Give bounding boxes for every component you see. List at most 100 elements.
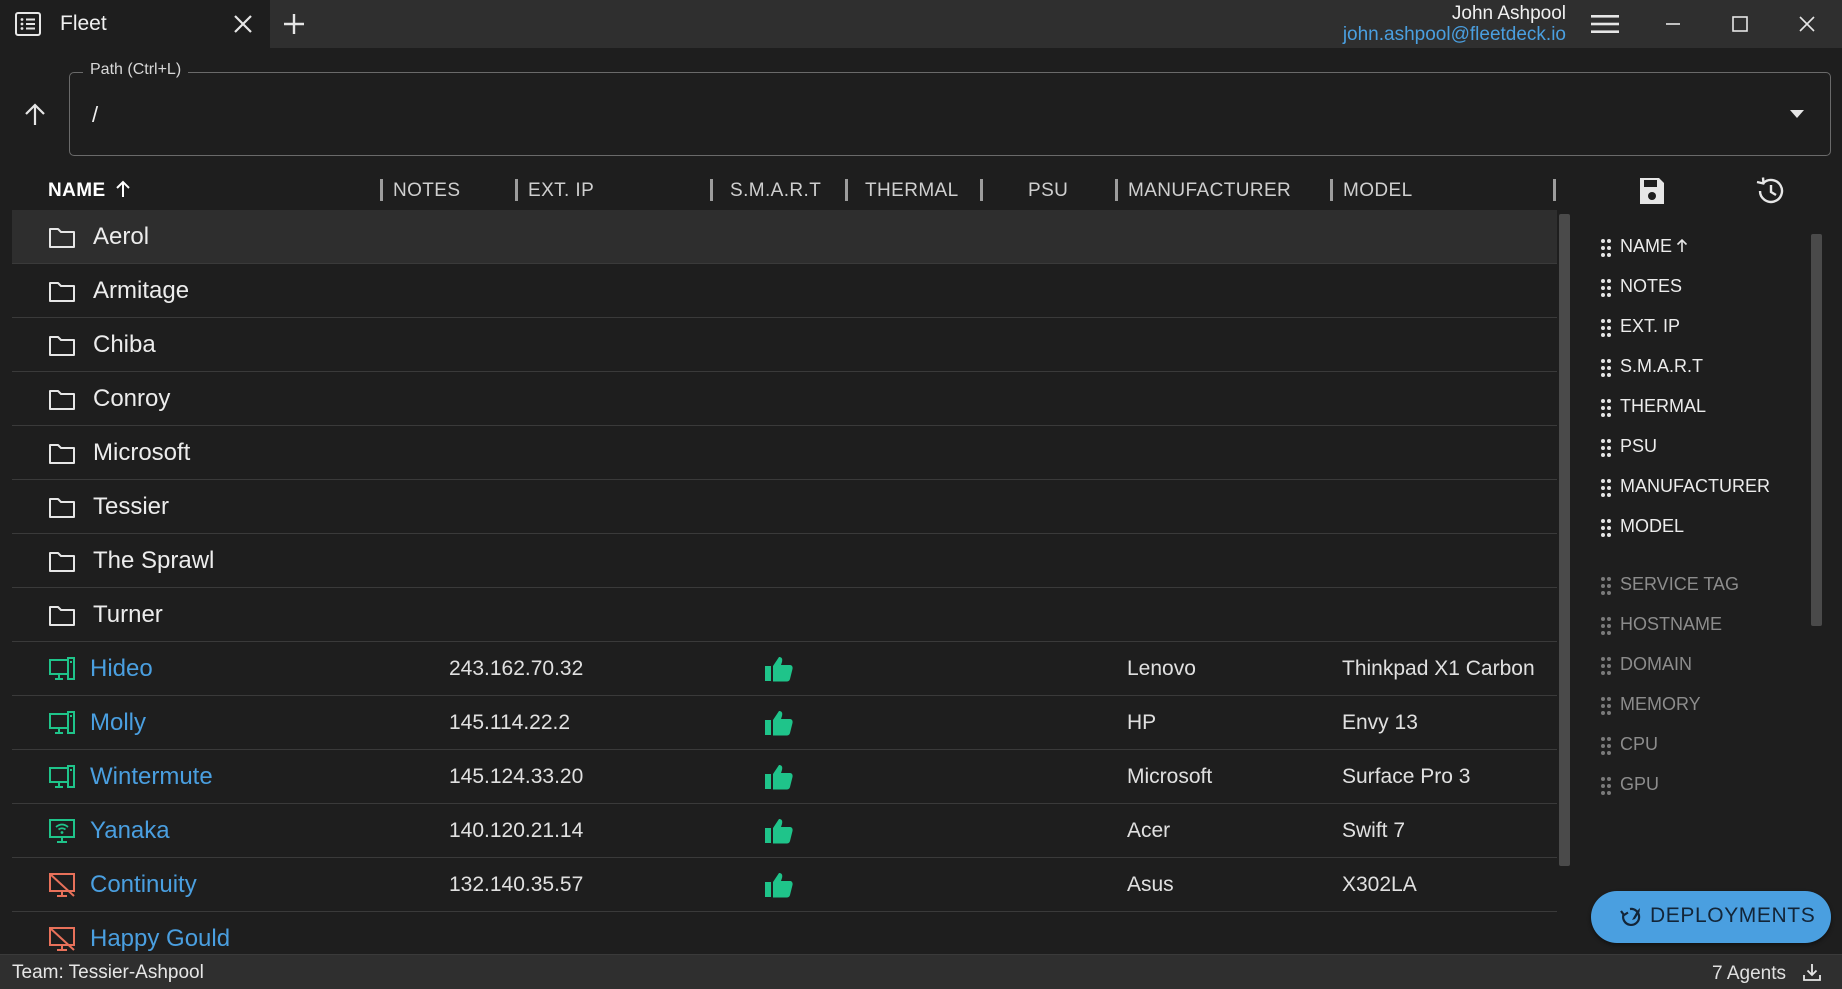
column-header-notes[interactable]: NOTES [393,177,460,205]
column-toggle-name[interactable]: NAME [1596,232,1796,262]
drag-handle-icon[interactable] [1600,696,1612,716]
column-resize-handle[interactable] [845,179,848,201]
download-icon[interactable] [1802,962,1822,982]
hamburger-menu-icon[interactable] [1590,12,1620,36]
column-resize-handle[interactable] [380,179,383,201]
column-header-psu[interactable]: PSU [1028,177,1068,205]
folder-icon [49,498,75,518]
computer-offline-icon [49,873,75,897]
drag-handle-icon[interactable] [1600,656,1612,676]
column-toggle-hostname[interactable]: HOSTNAME [1596,610,1796,640]
agent-name[interactable]: Happy Gould [90,925,230,953]
folder-row[interactable]: Chiba [12,318,1557,372]
folder-row[interactable]: Armitage [12,264,1557,318]
column-resize-handle[interactable] [515,179,518,201]
drag-handle-icon[interactable] [1600,616,1612,636]
agent-row[interactable]: Happy Gould [12,912,1557,954]
column-header-ext-ip[interactable]: EXT. IP [528,177,594,205]
agent-name[interactable]: Hideo [90,655,153,683]
column-header-thermal[interactable]: THERMAL [865,177,959,205]
computer-online-icon [49,657,75,680]
column-toggle-manufacturer[interactable]: MANUFACTURER [1596,472,1796,502]
agent-row[interactable]: Continuity 132.140.35.57 Asus X302LA [12,858,1557,912]
computer-online-icon [49,765,75,788]
save-icon[interactable] [1638,176,1666,206]
folder-row[interactable]: Tessier [12,480,1557,534]
column-toggle-domain[interactable]: DOMAIN [1596,650,1796,680]
history-icon[interactable] [1754,176,1786,206]
column-resize-handle[interactable] [1330,179,1333,201]
column-resize-handle[interactable] [980,179,983,201]
close-window-icon[interactable] [1797,14,1817,34]
drag-handle-icon[interactable] [1600,776,1612,796]
maximize-icon[interactable] [1730,14,1750,34]
thumbs-up-icon [765,711,793,736]
path-field[interactable] [69,72,1831,156]
agent-count: 7 Agents [1712,963,1786,984]
column-toggle-cpu[interactable]: CPU [1596,730,1796,760]
column-panel-scrollbar[interactable] [1811,234,1822,626]
path-input[interactable]: / [92,102,98,128]
new-tab-icon[interactable] [282,12,306,36]
column-toggle-memory[interactable]: MEMORY [1596,690,1796,720]
sort-ascending-icon [115,180,130,197]
column-resize-handle[interactable] [1553,179,1556,201]
drag-handle-icon[interactable] [1600,358,1612,378]
folder-icon [49,552,75,572]
user-account[interactable]: John Ashpool john.ashpool@fleetdeck.io [1343,4,1566,46]
drag-handle-icon[interactable] [1600,438,1612,458]
agent-name[interactable]: Molly [90,709,146,737]
agent-name[interactable]: Continuity [90,871,197,899]
tab-fleet[interactable]: Fleet [0,0,270,48]
folder-row[interactable]: Aerol [12,210,1557,264]
ext-ip-cell: 145.124.33.20 [449,765,584,788]
drag-handle-icon[interactable] [1600,398,1612,418]
folder-name: The Sprawl [93,547,215,574]
deployments-button[interactable]: DEPLOYMENTS [1591,891,1831,943]
column-toggle-ext-ip[interactable]: EXT. IP [1596,312,1796,342]
column-resize-handle[interactable] [1115,179,1118,201]
folder-row[interactable]: Conroy [12,372,1557,426]
manufacturer-cell: Asus [1127,873,1174,896]
arrow-up-icon[interactable] [22,102,48,128]
column-header-smart[interactable]: S.M.A.R.T [730,177,821,205]
drag-handle-icon[interactable] [1600,478,1612,498]
column-toggle-service-tag[interactable]: SERVICE TAG [1596,570,1796,600]
agent-row[interactable]: Hideo 243.162.70.32 Lenovo Thinkpad X1 C… [12,642,1557,696]
column-toggle-smart[interactable]: S.M.A.R.T [1596,352,1796,382]
column-header-manufacturer[interactable]: MANUFACTURER [1128,177,1291,205]
agent-row[interactable]: Molly 145.114.22.2 HP Envy 13 [12,696,1557,750]
ext-ip-cell: 243.162.70.32 [449,657,584,680]
folder-name: Tessier [93,493,170,520]
table-scrollbar-thumb[interactable] [1559,214,1570,866]
drag-handle-icon[interactable] [1600,576,1612,596]
folder-row[interactable]: Microsoft [12,426,1557,480]
agent-name[interactable]: Wintermute [90,763,213,791]
caret-down-icon[interactable] [1788,108,1806,120]
drag-handle-icon[interactable] [1600,278,1612,298]
column-header-model[interactable]: MODEL [1343,177,1413,205]
folder-row[interactable]: The Sprawl [12,534,1557,588]
drag-handle-icon[interactable] [1600,238,1612,258]
user-email[interactable]: john.ashpool@fleetdeck.io [1343,24,1566,46]
column-toggle-notes[interactable]: NOTES [1596,272,1796,302]
drag-handle-icon[interactable] [1600,518,1612,538]
agent-row[interactable]: Yanaka 140.120.21.14 Acer Swift 7 [12,804,1557,858]
manufacturer-cell: Microsoft [1127,765,1213,788]
folder-row[interactable]: Turner [12,588,1557,642]
drag-handle-icon[interactable] [1600,318,1612,338]
column-toggle-thermal[interactable]: THERMAL [1596,392,1796,422]
column-toggle-gpu[interactable]: GPU [1596,770,1796,800]
folder-icon [49,444,75,464]
column-toggle-psu[interactable]: PSU [1596,432,1796,462]
agent-name[interactable]: Yanaka [90,817,170,845]
minimize-icon[interactable] [1663,14,1683,34]
close-tab-icon[interactable] [232,13,254,35]
model-cell: Envy 13 [1342,711,1418,734]
ext-ip-cell: 140.120.21.14 [449,819,584,842]
column-header-name[interactable]: NAME [48,177,132,205]
drag-handle-icon[interactable] [1600,736,1612,756]
agent-row[interactable]: Wintermute 145.124.33.20 Microsoft Surfa… [12,750,1557,804]
column-toggle-model[interactable]: MODEL [1596,512,1796,542]
column-resize-handle[interactable] [710,179,713,201]
